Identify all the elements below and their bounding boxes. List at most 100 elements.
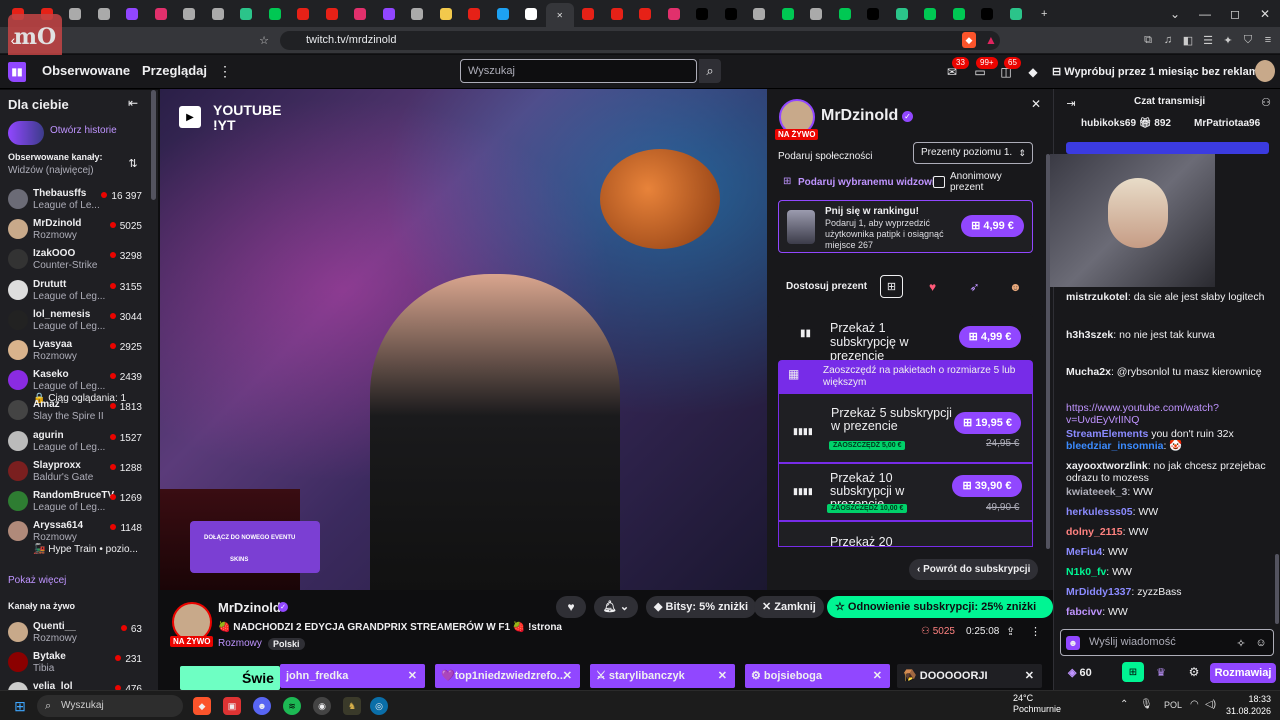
weather-widget[interactable]: 24°C Pochmurnie [1013,693,1061,715]
live-channel[interactable]: Quenti__ Rozmowy 63 [0,618,150,648]
sort-icon[interactable]: ⇅ [126,156,140,170]
sidebar-icon[interactable]: ◧ [1180,32,1196,48]
ai-icon[interactable]: ✧ [1234,636,1248,650]
browser-tab[interactable] [603,3,632,24]
media-icon[interactable]: ♫ [1160,32,1176,48]
chat-users-icon[interactable]: ⚇ [1259,95,1273,109]
close-icon[interactable]: ✕ [1025,664,1034,688]
followed-channel[interactable]: RandomBruceTV League of Leg... 1269 [0,487,150,517]
browser-tab[interactable] [432,3,461,24]
search-input[interactable]: Wyszukaj [460,59,697,83]
pinned-chat-tab[interactable]: ⚙ bojsieboga ✕ [745,664,890,688]
bookmark-icon[interactable]: ☆ [256,32,272,48]
stories-link[interactable]: Otwórz historie [50,125,117,136]
browser-tab[interactable] [717,3,746,24]
bits-button[interactable]: ◆ Bitsy: 5% zniżki [646,596,757,618]
close-icon[interactable]: ✕ [873,664,882,688]
browser-tab[interactable] [688,3,717,24]
followed-channel[interactable]: Drututt League of Leg... 3155 [0,276,150,306]
brave-rewards-icon[interactable]: ▲ [984,32,998,48]
browser-tab[interactable] [204,3,233,24]
twitch-logo-icon[interactable]: ▮▮ [8,62,26,82]
crown-icon[interactable]: ♛ [1154,664,1168,680]
followed-channel[interactable]: Aryssa614 Rozmowy 1148 🚂 Hype Train • pozio… [0,517,150,555]
stream-category[interactable]: Rozmowy [218,638,262,649]
back-icon[interactable]: ‹ [6,32,20,48]
followed-channel[interactable]: Thebausffs League of Le... 16 397 [0,185,150,215]
browser-tab[interactable] [289,3,318,24]
followed-channel[interactable]: MrDzinold Rozmowy 5025 [0,215,150,245]
chat-username[interactable]: h3h3szek [1066,329,1113,341]
browser-tab[interactable] [375,3,404,24]
new-tab-button[interactable]: + [1030,3,1059,24]
bits-icon[interactable]: ◆ [1025,64,1041,80]
followed-channel[interactable]: IzakOOO Counter-Strike 3298 [0,245,150,275]
browser-tab[interactable] [973,3,1002,24]
tab-search-icon[interactable]: ⌄ [1160,0,1190,27]
pinned-chat-tab[interactable]: 🪤 DOOOOORJI ✕ [897,664,1042,688]
nav-followed[interactable]: Obserwowane [42,63,130,78]
pinned-chat-tab[interactable]: john_fredka ✕ [280,664,425,688]
browser-tab[interactable] [147,3,176,24]
browser-tab[interactable] [318,3,347,24]
chat-username[interactable]: xayooxtworzlink [1066,460,1148,472]
browser-tab[interactable] [660,3,689,24]
gift-5-buy-button[interactable]: ⊞ 19,95 € [954,412,1021,434]
chat-send-button[interactable]: Rozmawiaj [1210,663,1276,683]
browser-tab[interactable] [774,3,803,24]
browser-tab[interactable] [517,3,546,24]
chat-username[interactable]: MeFiu4 [1066,546,1102,558]
show-more-link[interactable]: Pokaż więcej [8,575,66,586]
collapse-sidebar-icon[interactable]: ⇤ [126,96,140,110]
turbo-promo-button[interactable]: ⊟ Wypróbuj przez 1 miesiąc bez reklam [1052,63,1258,81]
chat-username[interactable]: Mucha2x [1066,366,1111,378]
sidebar-scrollbar[interactable] [151,90,156,200]
extensions-icon[interactable]: ⧉ [1140,32,1156,48]
followed-channel[interactable]: Kaseko League of Leg... 2439 🔒 Ciąg oglądan… [0,366,150,404]
app-icon[interactable]: ▣ [223,697,241,715]
close-window-icon[interactable]: ✕ [1250,0,1280,27]
live-channel[interactable]: Bytake Tibia 231 [0,648,150,678]
chat-badge-icon[interactable]: ☻ [1066,636,1080,650]
browser-tab[interactable] [346,3,375,24]
ranking-buy-button[interactable]: ⊞ 4,99 € [961,215,1024,237]
brave-app-icon[interactable]: ◆ [193,697,211,715]
streamer-name[interactable]: MrDzinold [218,600,281,615]
browser-tab[interactable] [802,3,831,24]
minimize-icon[interactable]: — [1190,0,1220,27]
browser-tab[interactable] [61,3,90,24]
gift-icon[interactable]: ⊞ [1122,662,1144,682]
close-tab-icon[interactable]: ✕ [556,11,563,20]
back-to-subs-button[interactable]: ‹ Powrót do subskrypcji [909,559,1039,580]
followed-channel[interactable]: agurin League of Leg... 1527 [0,427,150,457]
gift-style-heart-icon[interactable]: ♥ [921,275,944,298]
gift-style-emote-icon[interactable]: ☻ [1004,275,1027,298]
pinned-chat-tab[interactable]: 💜top1niedzwiedzrefo... ✕ [435,664,580,688]
follow-heart-icon[interactable]: ♥ [556,596,586,618]
browser-tab[interactable] [574,3,603,24]
close-icon[interactable]: ✕ [563,664,572,688]
followed-channel[interactable]: Lyasyaa Rozmowy 2925 [0,336,150,366]
settings-icon[interactable]: ⚙ [1187,664,1201,680]
notification-bell-icon[interactable]: 🔔︎ ⌄ [594,596,638,618]
followed-channel[interactable]: Amaz Slay the Spire II 1813 [0,396,150,426]
chat-username[interactable]: fabcivv [1066,606,1102,618]
language-indicator[interactable]: POL [1164,700,1182,710]
browser-tab[interactable] [831,3,860,24]
language-tag[interactable]: Polski [268,638,305,650]
browser-tab[interactable] [745,3,774,24]
close-icon[interactable]: ✕ [408,664,417,688]
browser-tab[interactable] [232,3,261,24]
collapse-chat-icon[interactable]: ⇥ [1064,96,1078,110]
obs-icon[interactable]: ◉ [313,697,331,715]
browser-tab[interactable] [175,3,204,24]
browser-tab[interactable] [489,3,518,24]
browser-tab[interactable] [1002,3,1031,24]
browser-tab[interactable] [888,3,917,24]
gift-selected-viewer-link[interactable]: Podaruj wybranemu widzowi [798,177,935,188]
search-button[interactable]: ⌕ [699,59,721,83]
chat-username[interactable]: MrDiddy1337 [1066,586,1131,598]
user-avatar[interactable] [1255,60,1275,82]
chat-username[interactable]: dolny_2115 [1066,526,1123,538]
browser-tab[interactable] [916,3,945,24]
